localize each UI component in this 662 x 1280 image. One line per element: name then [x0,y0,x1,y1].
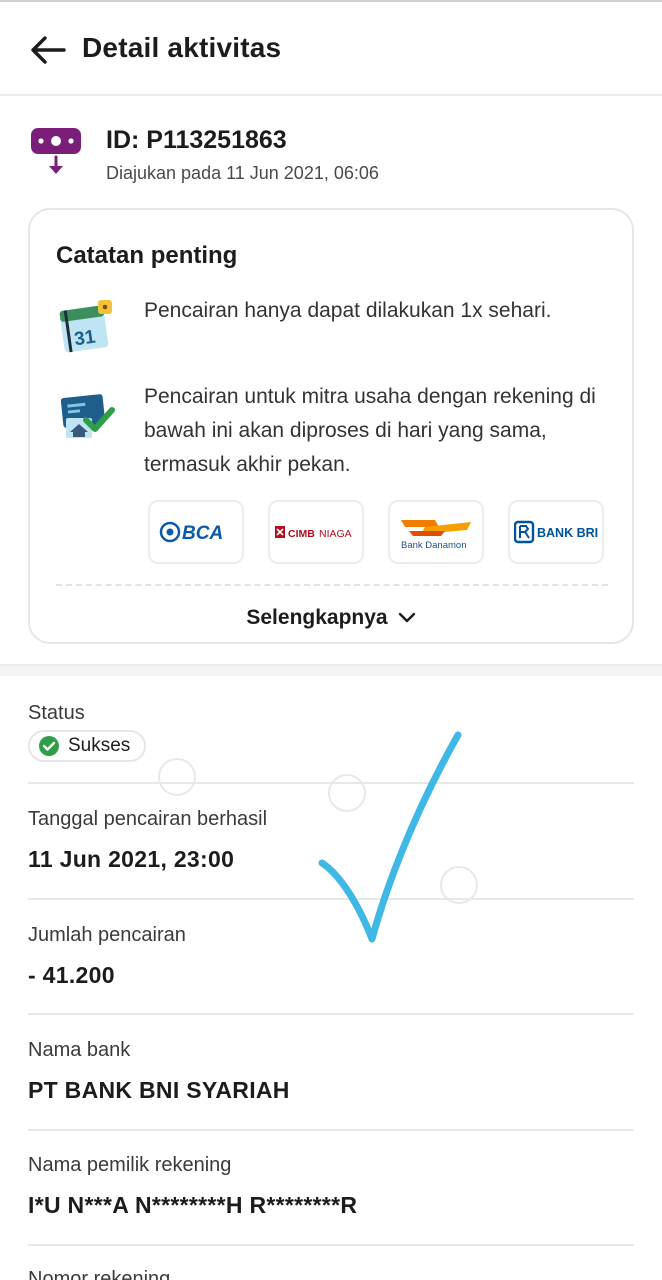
bank-logo-bri: BANK BRI [508,500,604,564]
bri-logo-icon: BANK BRI [514,520,598,544]
svg-text:Bank Danamon: Bank Danamon [401,540,466,551]
see-more-label: Selengkapnya [246,606,388,629]
danamon-logo-icon: Bank Danamon [401,520,471,551]
row-divider [28,1244,634,1246]
status-badge: Sukses [28,730,147,762]
page-title: Detail aktivitas [82,32,282,63]
supported-banks: BCA CIMB NIAGA Bank Danamon BANK BRI [148,500,608,566]
card-divider [56,584,608,586]
bank-logo-cimb-niaga: CIMB NIAGA [268,500,364,564]
touch-indicator [158,758,196,796]
amount-label: Jumlah pencairan [28,924,186,946]
see-more-button[interactable]: Selengkapnya [30,600,632,636]
svg-text:NIAGA: NIAGA [319,528,352,540]
account-owner-label: Nama pemilik rekening [28,1154,232,1176]
row-divider [28,898,634,900]
handwritten-check-annotation [318,731,462,943]
section-divider [0,664,662,676]
date-label: Tanggal pencairan berhasil [28,808,268,830]
bank-logo-bca: BCA [148,500,244,564]
row-divider [28,1013,634,1015]
calendar-icon: 31 [59,300,112,353]
svg-text:CIMB: CIMB [288,528,315,540]
account-owner-value: I*U N***A N********H R********R [28,1192,358,1218]
check-circle-icon [39,736,59,756]
amount-value: - 41.200 [28,962,115,988]
important-notes-card: Catatan penting 31 Pencairan hanya dapat… [28,208,634,644]
bank-logo-danamon: Bank Danamon [388,500,484,564]
withdrawal-icon [31,128,81,174]
app-bar: Detail aktivitas [0,2,662,96]
date-value: 11 Jun 2021, 23:00 [28,846,235,872]
notes-title: Catatan penting [56,242,238,269]
note-text-once-daily: Pencairan hanya dapat dilakukan 1x sehar… [144,299,552,322]
svg-text:BCA: BCA [182,523,223,544]
bank-name-label: Nama bank [28,1039,131,1061]
touch-indicator [440,866,478,904]
cimb-niaga-logo-icon: CIMB NIAGA [275,526,352,540]
back-button[interactable] [26,30,70,70]
touch-indicator [328,774,366,812]
bca-logo-icon: BCA [159,521,223,544]
submitted-timestamp: Diajukan pada 11 Jun 2021, 06:06 [106,163,379,183]
chevron-down-icon [398,612,415,623]
activity-id: ID: P113251863 [106,126,287,154]
status-value: Sukses [68,735,131,756]
bank-transfer-check-icon [60,394,115,438]
arrow-left-icon [31,36,66,64]
row-divider [28,1129,634,1131]
status-label: Status [28,702,85,724]
bank-name-value: PT BANK BNI SYARIAH [28,1077,290,1103]
note-text-same-day: Pencairan untuk mitra usaha dengan reken… [144,385,596,476]
svg-text:BANK BRI: BANK BRI [537,526,598,540]
svg-text:31: 31 [73,327,97,351]
account-number-label: Nomor rekening [28,1268,171,1280]
